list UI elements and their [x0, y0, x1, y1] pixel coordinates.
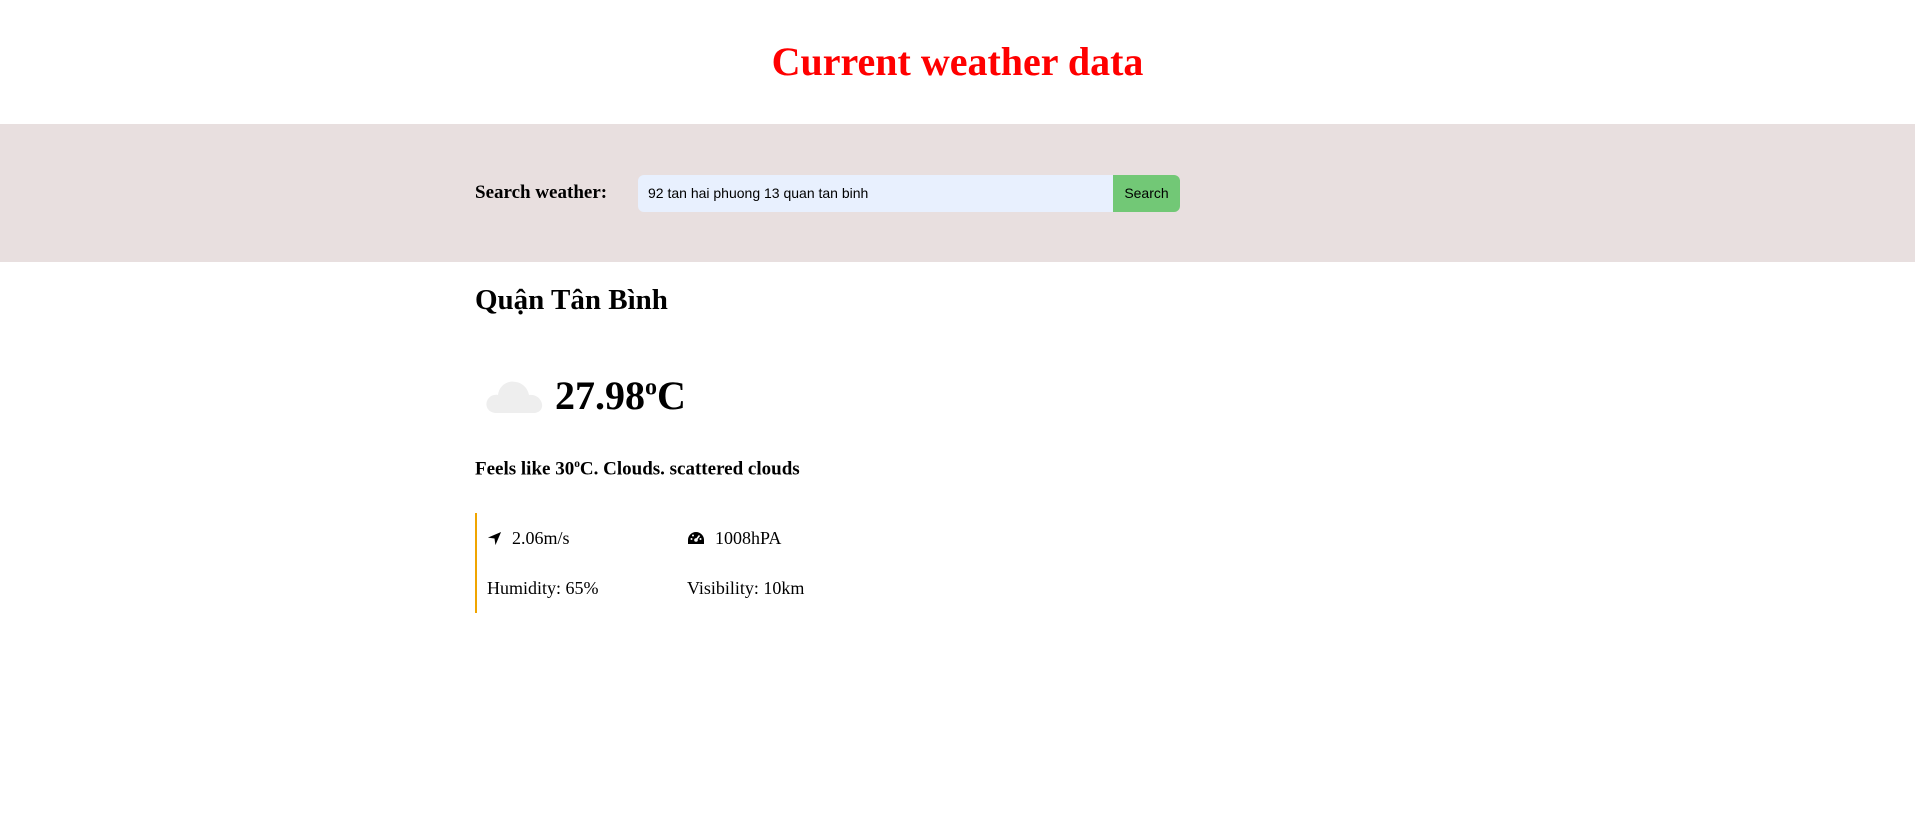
feels-like-suffix: C. Clouds. scattered clouds [579, 458, 800, 480]
temperature-row: 27.98oC [475, 370, 1175, 420]
gauge-icon [688, 532, 704, 545]
feels-like-prefix: Feels like 30 [475, 458, 575, 480]
search-button[interactable]: Search [1113, 174, 1180, 212]
cloud-icon [475, 370, 555, 420]
wind-direction-icon [487, 531, 502, 545]
wind-detail: 2.06m/s [487, 528, 687, 549]
page-title: Current weather data [771, 39, 1144, 84]
temperature-unit: C [657, 372, 686, 418]
weather-details: 2.06m/s 1008hPA Humidity: 65% Visibility… [475, 513, 827, 614]
pressure-detail: 1008hPA [687, 528, 827, 549]
temperature-value: 27.98 [555, 372, 645, 418]
search-form: Search weather: Search [475, 174, 1180, 212]
search-input[interactable] [638, 174, 1113, 212]
humidity-detail: Humidity: 65% [487, 577, 599, 598]
pressure-value: 1008hPA [715, 527, 782, 548]
search-label: Search weather: [475, 182, 608, 203]
temperature-degree: o [645, 374, 657, 401]
search-band: Search weather: Search [0, 124, 1915, 262]
wind-speed: 2.06m/s [512, 527, 570, 548]
temperature: 27.98oC [555, 372, 686, 419]
feels-like-description: Feels like 30oC. Clouds. scattered cloud… [475, 458, 1175, 480]
page-header: Current weather data [0, 0, 1915, 124]
visibility-detail: Visibility: 10km [687, 577, 805, 598]
weather-result: Quận Tân Bình 27.98oC Feels like 30oC. C… [475, 262, 1175, 614]
city-name: Quận Tân Bình [475, 284, 668, 316]
